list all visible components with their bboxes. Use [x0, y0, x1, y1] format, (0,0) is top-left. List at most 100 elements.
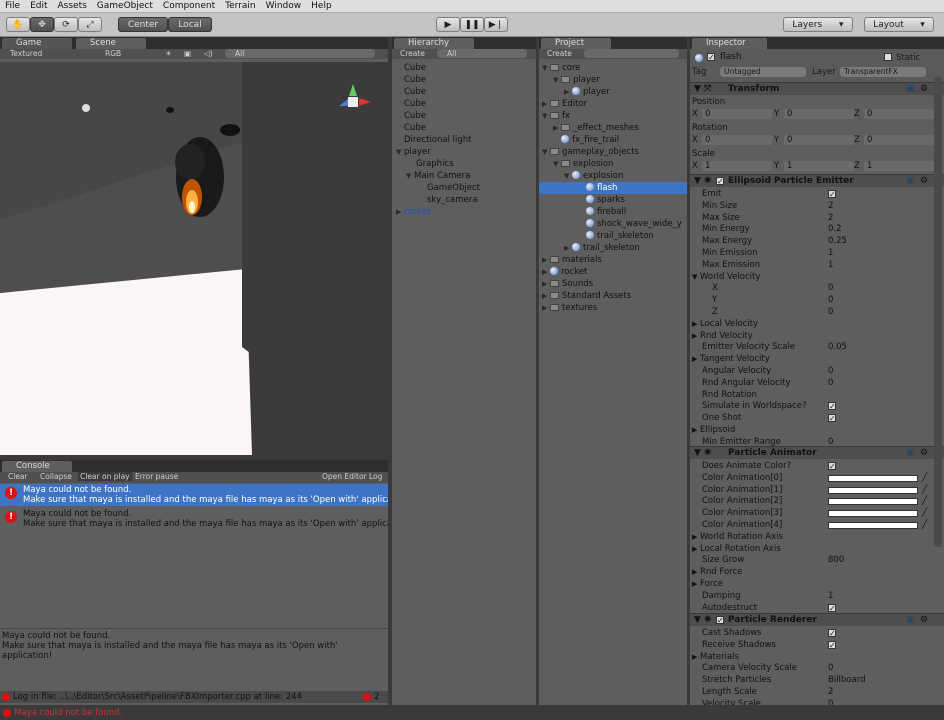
project-item[interactable]: shock_wave_wide_y: [539, 218, 687, 230]
scene-search-input[interactable]: All: [225, 49, 375, 58]
property-row[interactable]: Size Grow 800: [690, 554, 944, 566]
chevron-right-icon[interactable]: ▶: [692, 566, 697, 578]
property-row[interactable]: Length Scale 2: [690, 686, 944, 698]
chevron-right-icon[interactable]: ▶: [692, 578, 697, 590]
property-checkbox[interactable]: ✓: [828, 462, 836, 471]
property-row[interactable]: Max Emission 1: [690, 259, 944, 271]
active-checkbox[interactable]: ✓: [707, 53, 715, 62]
eyedropper-icon[interactable]: ╱: [922, 507, 927, 519]
property-row[interactable]: Rnd Angular Velocity 0: [690, 377, 944, 389]
property-value[interactable]: 0: [828, 377, 833, 389]
color-swatch[interactable]: [828, 522, 918, 529]
property-row[interactable]: Force ▶: [690, 578, 944, 590]
property-row[interactable]: Emitter Velocity Scale 0.05: [690, 341, 944, 353]
property-value[interactable]: 0.05: [828, 341, 847, 353]
hierarchy-create-dropdown[interactable]: Create: [400, 49, 425, 58]
hierarchy-item[interactable]: sky_camera: [392, 194, 536, 206]
menu-edit[interactable]: Edit: [25, 1, 52, 11]
hierarchy-item[interactable]: Cube: [392, 86, 536, 98]
project-item[interactable]: ▶ Editor: [539, 98, 687, 110]
chevron-right-icon[interactable]: ▶: [542, 98, 550, 110]
property-value[interactable]: 1: [828, 247, 833, 259]
property-row[interactable]: Camera Velocity Scale 0: [690, 662, 944, 674]
help-icon[interactable]: ▣: [906, 614, 915, 627]
property-checkbox[interactable]: ✓: [828, 603, 836, 612]
hierarchy-item[interactable]: Cube: [392, 122, 536, 134]
chevron-right-icon[interactable]: ▶: [542, 290, 550, 302]
property-value[interactable]: 800: [828, 554, 844, 566]
rgb-dropdown[interactable]: RGB: [105, 49, 121, 58]
hierarchy-search-input[interactable]: All: [437, 49, 527, 58]
hierarchy-item[interactable]: ▶ rocket: [392, 206, 536, 218]
color-swatch[interactable]: [828, 510, 918, 518]
rotate-tool-button[interactable]: ⟳: [54, 17, 78, 32]
inspector-scrollbar[interactable]: [934, 77, 942, 547]
scale-tool-button[interactable]: ⤢: [78, 17, 102, 32]
hierarchy-item[interactable]: Cube: [392, 74, 536, 86]
help-icon[interactable]: ▣: [906, 83, 915, 96]
project-item[interactable]: fireball: [539, 206, 687, 218]
help-icon[interactable]: ▣: [906, 447, 915, 460]
chevron-down-icon[interactable]: ▼: [406, 170, 414, 182]
property-row[interactable]: Damping 1: [690, 590, 944, 602]
chevron-right-icon[interactable]: ▶: [542, 278, 550, 290]
scene-viewport[interactable]: [0, 62, 388, 455]
property-row[interactable]: Color Animation[0] ╱: [690, 472, 944, 484]
project-item[interactable]: ▶ player: [539, 86, 687, 98]
property-row[interactable]: Rnd Force ▶: [690, 566, 944, 578]
property-row[interactable]: Min Emission 1: [690, 247, 944, 259]
property-row[interactable]: Z0: [690, 306, 944, 318]
menu-help[interactable]: Help: [306, 1, 337, 11]
property-row[interactable]: Autodestruct ✓: [690, 602, 944, 614]
project-item[interactable]: sparks: [539, 194, 687, 206]
layers-dropdown[interactable]: Layers ▾: [783, 17, 853, 32]
property-value[interactable]: 2: [828, 212, 833, 224]
property-value[interactable]: 0: [828, 294, 833, 306]
property-row[interactable]: Velocity Scale 0: [690, 698, 944, 705]
audio-icon[interactable]: ◁): [204, 49, 213, 58]
animator-header[interactable]: ▼ ✺ Particle Animator ▣ ⚙: [690, 446, 944, 459]
tab-inspector[interactable]: Inspector: [692, 38, 767, 49]
property-value[interactable]: 1: [828, 590, 833, 602]
layout-dropdown[interactable]: Layout ▾: [864, 17, 934, 32]
property-checkbox[interactable]: ✓: [828, 414, 836, 423]
project-item[interactable]: ▼ gameplay_objects: [539, 146, 687, 158]
emitter-header[interactable]: ▼ ✺ ✓ Ellipsoid Particle Emitter ▣ ⚙: [690, 174, 944, 187]
property-row[interactable]: Min Energy 0.2: [690, 223, 944, 235]
project-item[interactable]: ▼ player: [539, 74, 687, 86]
hierarchy-item[interactable]: Directional light: [392, 134, 536, 146]
chevron-right-icon[interactable]: ▶: [692, 353, 697, 365]
position-x[interactable]: 0: [702, 109, 772, 119]
hierarchy-item[interactable]: ▼ player: [392, 146, 536, 158]
position-y[interactable]: 0: [784, 109, 854, 119]
property-checkbox[interactable]: ✓: [828, 190, 836, 199]
property-value[interactable]: 0.2: [828, 223, 842, 235]
project-item[interactable]: ▶ Standard Assets: [539, 290, 687, 302]
property-row[interactable]: Local Rotation Axis ▶: [690, 543, 944, 555]
tab-game[interactable]: Game: [2, 38, 72, 49]
position-z[interactable]: 0: [864, 109, 934, 119]
property-row[interactable]: Rnd Velocity ▶: [690, 330, 944, 342]
renderer-header[interactable]: ▼ ✺ ✓ Particle Renderer ▣ ⚙: [690, 613, 944, 626]
property-value[interactable]: 0: [828, 698, 833, 705]
color-swatch[interactable]: [828, 486, 918, 494]
property-row[interactable]: Materials ▶: [690, 651, 944, 663]
chevron-right-icon[interactable]: ▶: [564, 86, 572, 98]
eyedropper-icon[interactable]: ╱: [922, 472, 927, 484]
property-row[interactable]: Max Size 2: [690, 212, 944, 224]
property-row[interactable]: World Velocity ▼: [690, 271, 944, 283]
chevron-right-icon[interactable]: ▶: [542, 302, 550, 314]
tab-console[interactable]: Console: [2, 461, 72, 472]
chevron-down-icon[interactable]: ▼: [564, 170, 572, 182]
chevron-right-icon[interactable]: ▶: [396, 206, 404, 218]
chevron-down-icon[interactable]: ▼: [692, 271, 697, 283]
property-value[interactable]: 2: [828, 200, 833, 212]
chevron-right-icon[interactable]: ▶: [692, 424, 697, 436]
property-checkbox[interactable]: ✓: [828, 402, 836, 411]
gear-icon[interactable]: ⚙: [920, 447, 928, 460]
project-item[interactable]: ▼ fx: [539, 110, 687, 122]
scale-x[interactable]: 1: [702, 161, 772, 171]
chevron-right-icon[interactable]: ▶: [553, 122, 561, 134]
rotation-y[interactable]: 0: [784, 135, 854, 145]
project-item[interactable]: ▼ explosion: [539, 170, 687, 182]
